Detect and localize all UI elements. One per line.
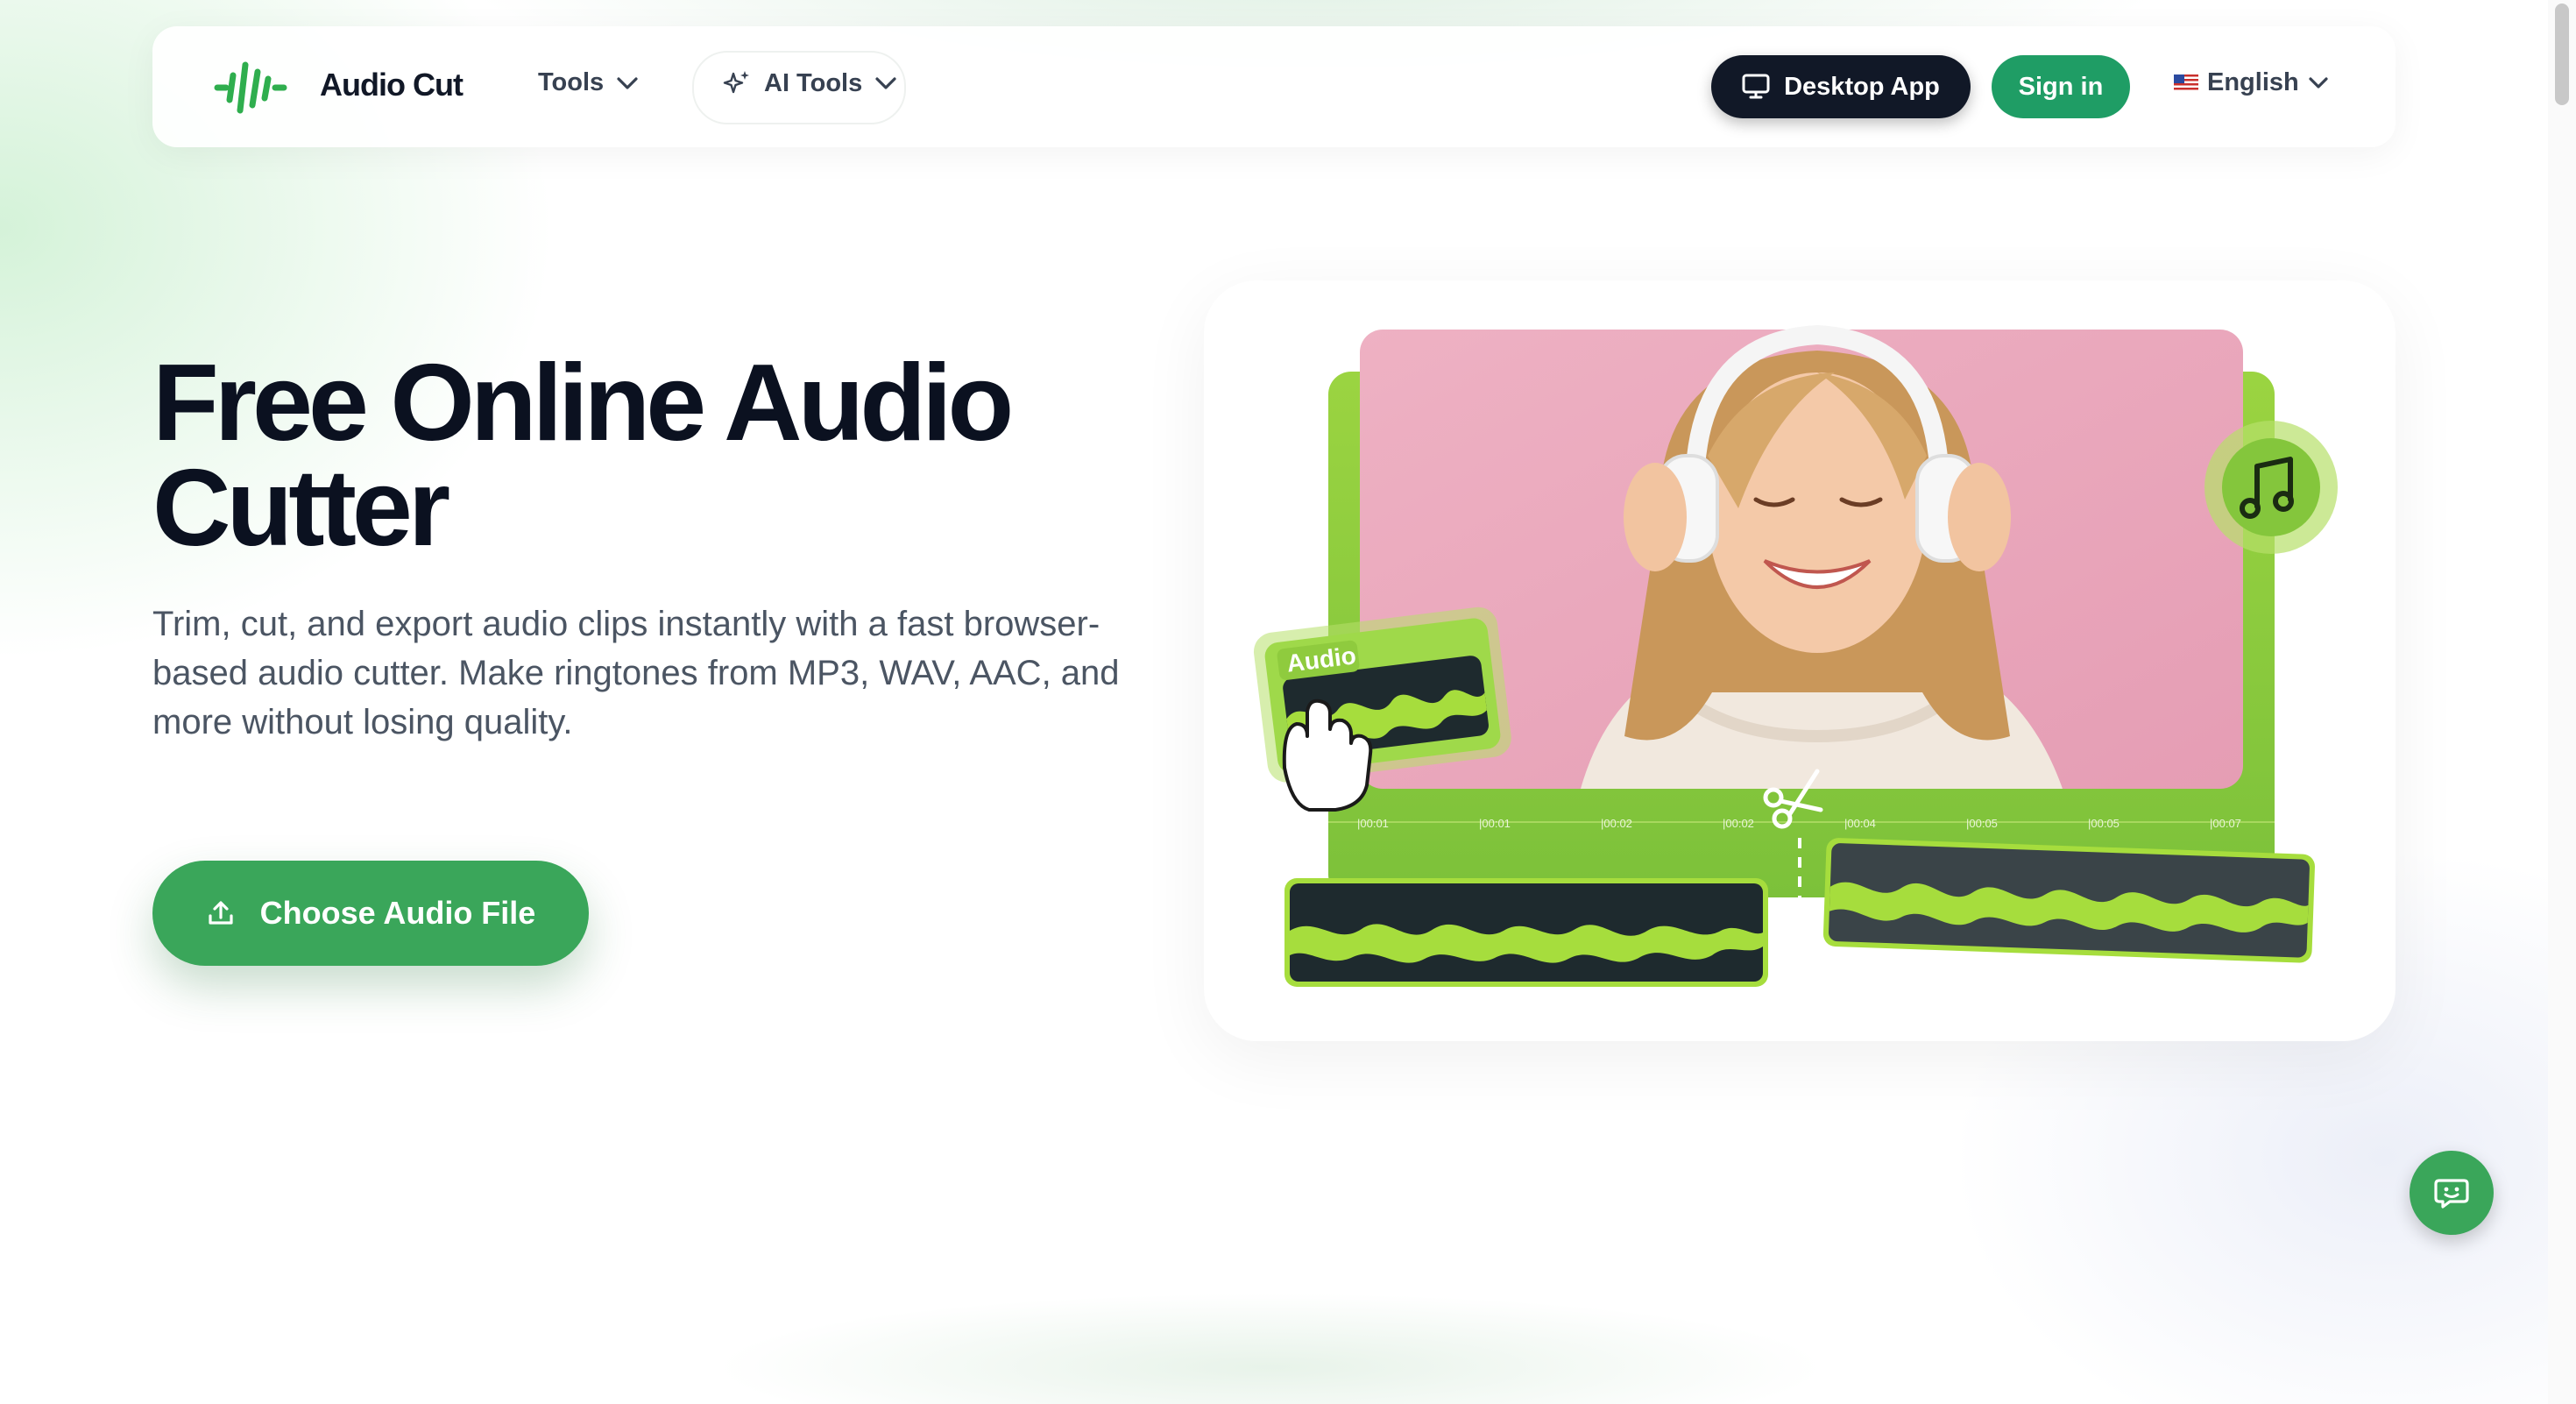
chevron-down-icon — [617, 76, 638, 89]
us-flag-icon — [2174, 74, 2198, 92]
hero-illustration-card: |00:01 |00:01 |00:02 |00:02 |00:04 |00:0… — [1204, 280, 2396, 1041]
scrollbar-track[interactable] — [2548, 0, 2576, 1404]
chevron-down-icon — [2309, 76, 2328, 89]
choose-audio-file-button[interactable]: Choose Audio File — [152, 861, 589, 966]
ai-tools-menu[interactable]: AI Tools — [722, 68, 897, 98]
sign-in-button[interactable]: Sign in — [1992, 55, 2130, 118]
timeline-tick: |00:05 — [1966, 817, 1998, 830]
chevron-down-icon — [875, 77, 896, 89]
timeline-tick: |00:02 — [1723, 817, 1754, 830]
music-badge — [2204, 421, 2338, 554]
timeline-tick: |00:01 — [1357, 817, 1389, 830]
scrollbar-thumb[interactable] — [2555, 4, 2569, 105]
waveform-logo-icon[interactable] — [214, 60, 287, 116]
tools-menu[interactable]: Tools — [538, 68, 639, 97]
timeline-tick: |00:05 — [2088, 817, 2120, 830]
top-navbar: Audio Cut Tools AI Tools Desktop App Sig… — [152, 26, 2396, 147]
timeline-tick: |00:02 — [1601, 817, 1632, 830]
hero-subtitle: Trim, cut, and export audio clips instan… — [152, 605, 1120, 741]
language-label: English — [2207, 68, 2299, 96]
language-selector[interactable]: English — [2174, 68, 2329, 97]
waveform-clip-right — [1822, 838, 2315, 963]
choose-audio-file-label: Choose Audio File — [259, 895, 536, 931]
page-title: Free Online Audio Cutter — [152, 343, 1014, 569]
hero-illustration: |00:01 |00:01 |00:02 |00:02 |00:04 |00:0… — [1253, 324, 2338, 987]
waveform-clip-left — [1284, 878, 1768, 987]
brand-name[interactable]: Audio Cut — [320, 67, 464, 103]
ai-tools-menu-label: AI Tools — [764, 68, 863, 97]
timeline-tick: |00:01 — [1479, 817, 1511, 830]
tools-menu-label: Tools — [538, 68, 605, 96]
sparkle-icon — [723, 71, 749, 94]
timeline-tick: |00:07 — [2210, 817, 2241, 830]
chat-icon — [2434, 1179, 2469, 1209]
desktop-app-button[interactable]: Desktop App — [1711, 55, 1971, 118]
timeline-tick: |00:04 — [1844, 817, 1876, 830]
monitor-icon — [1742, 74, 1770, 99]
desktop-app-label: Desktop App — [1784, 72, 1940, 101]
upload-icon — [209, 901, 233, 925]
chat-support-button[interactable] — [2410, 1151, 2494, 1235]
